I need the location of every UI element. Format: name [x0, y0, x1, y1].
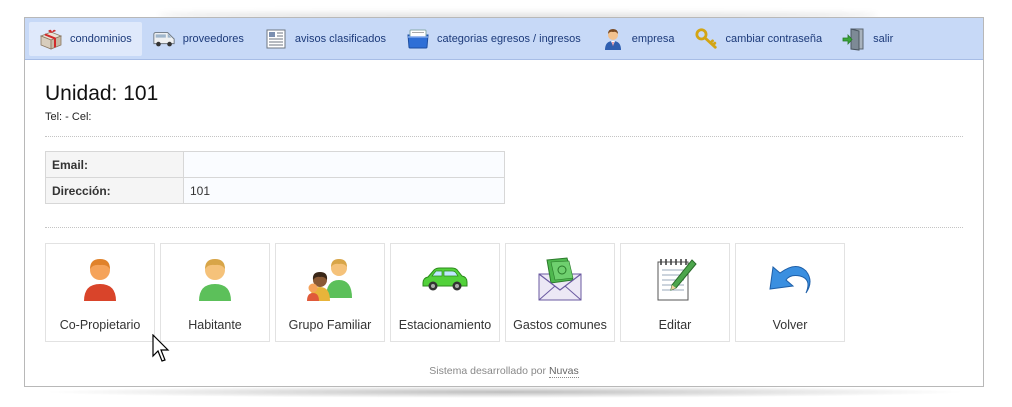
action-label: Habitante — [188, 318, 242, 332]
nav-item-condominios[interactable]: condominios — [29, 21, 142, 56]
folder-box-icon — [406, 27, 430, 51]
car-icon — [420, 254, 470, 304]
van-icon — [152, 27, 176, 51]
nav-item-cambiar-contrasena[interactable]: cambiar contraseña — [685, 22, 833, 56]
app-window: condominios proveedores avisos clasifica… — [24, 17, 984, 387]
address-value: 101 — [183, 177, 505, 204]
gastos-comunes-button[interactable]: Gastos comunes — [505, 243, 615, 342]
co-propietario-button[interactable]: Co-Propietario — [45, 243, 155, 342]
divider — [45, 227, 963, 228]
newspaper-icon — [264, 27, 288, 51]
action-label: Co-Propietario — [59, 318, 141, 332]
divider — [45, 136, 963, 137]
habitante-button[interactable]: Habitante — [160, 243, 270, 342]
nav-label: salir — [873, 32, 894, 45]
action-label: Grupo Familiar — [288, 318, 372, 332]
footer-text: Sistema desarrollado por — [429, 365, 549, 377]
notepad-pencil-icon — [652, 254, 698, 304]
action-label: Editar — [658, 318, 692, 332]
back-arrow-icon — [766, 254, 814, 304]
businessman-icon — [601, 27, 625, 51]
nav-item-avisos-clasificados[interactable]: avisos clasificados — [254, 22, 396, 56]
main-content: Unidad: 101 Tel: - Cel: Email: Dirección… — [25, 60, 983, 378]
contact-line: Tel: - Cel: — [45, 111, 92, 123]
footer-link[interactable]: Nuvas — [548, 365, 579, 378]
unit-info-table: Email: Dirección: 101 — [45, 151, 505, 204]
nav-label: avisos clasificados — [294, 32, 387, 45]
action-label: Estacionamiento — [398, 318, 492, 332]
nav-item-salir[interactable]: salir — [832, 22, 903, 56]
nav-item-empresa[interactable]: empresa — [591, 22, 685, 56]
table-row: Email: — [45, 151, 505, 178]
co-owner-person-icon — [80, 254, 120, 304]
mouse-cursor-icon — [152, 333, 172, 369]
estacionamiento-button[interactable]: Estacionamiento — [390, 243, 500, 342]
resident-person-icon — [195, 254, 235, 304]
nav-label: empresa — [631, 32, 675, 45]
footer: Sistema desarrollado por Nuvas — [45, 365, 963, 378]
email-value — [183, 151, 505, 178]
nav-label: categorias egresos / ingresos — [437, 32, 581, 45]
editar-button[interactable]: Editar — [620, 243, 730, 342]
money-envelope-icon — [537, 254, 583, 304]
nav-label: condominios — [70, 32, 132, 45]
nav-label: proveedores — [182, 32, 244, 45]
action-label: Volver — [772, 318, 808, 332]
grupo-familiar-button[interactable]: Grupo Familiar — [275, 243, 385, 342]
family-group-icon — [306, 254, 354, 304]
volver-button[interactable]: Volver — [735, 243, 845, 342]
address-label: Dirección: — [45, 177, 184, 204]
table-row: Dirección: 101 — [45, 177, 505, 204]
nav-item-categorias[interactable]: categorias egresos / ingresos — [396, 22, 591, 56]
action-buttons: Co-Propietario Habitante Grupo Familiar … — [45, 243, 963, 342]
window-shadow-bottom — [40, 386, 970, 398]
exit-door-icon — [842, 27, 866, 51]
nav-item-proveedores[interactable]: proveedores — [142, 22, 254, 56]
gift-box-icon — [39, 27, 63, 51]
keys-icon — [694, 27, 719, 51]
nav-label: cambiar contraseña — [725, 32, 823, 45]
email-label: Email: — [45, 151, 184, 178]
top-nav: condominios proveedores avisos clasifica… — [25, 18, 983, 60]
action-label: Gastos comunes — [513, 318, 607, 332]
page-title: Unidad: 101 — [45, 82, 159, 105]
